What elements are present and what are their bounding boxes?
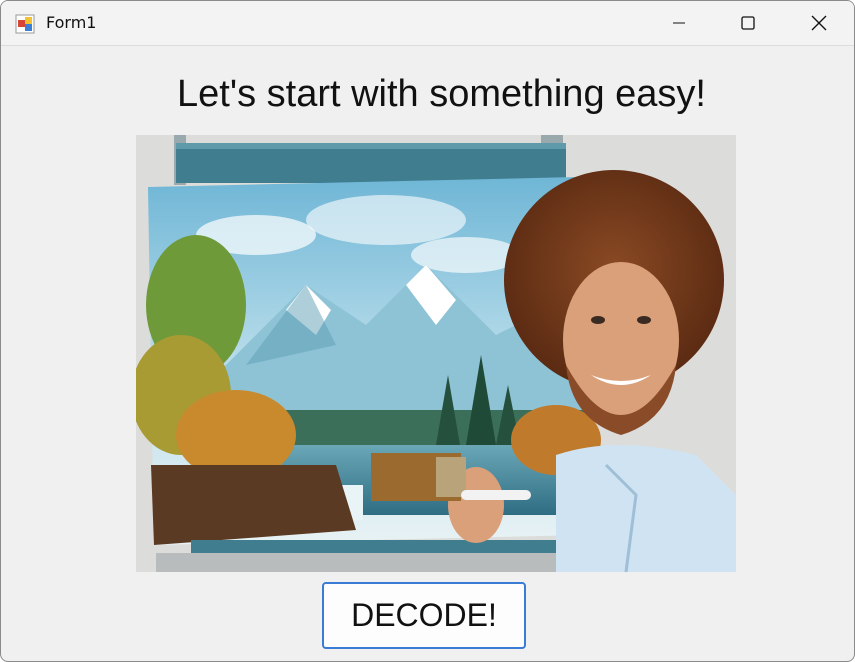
painter-image [136,135,736,572]
close-button[interactable] [784,1,854,45]
maximize-icon [741,16,755,30]
form1-window: Form1 Let's start with something easy! D… [0,0,855,662]
maximize-button[interactable] [713,1,783,45]
minimize-button[interactable] [644,1,714,45]
app-icon [15,14,35,34]
decode-button[interactable]: DECODE! [322,582,526,649]
title-bar[interactable]: Form1 [1,1,854,46]
page-heading: Let's start with something easy! [177,73,706,115]
window-title: Form1 [46,13,97,32]
minimize-icon [673,22,685,24]
close-icon [811,15,827,31]
